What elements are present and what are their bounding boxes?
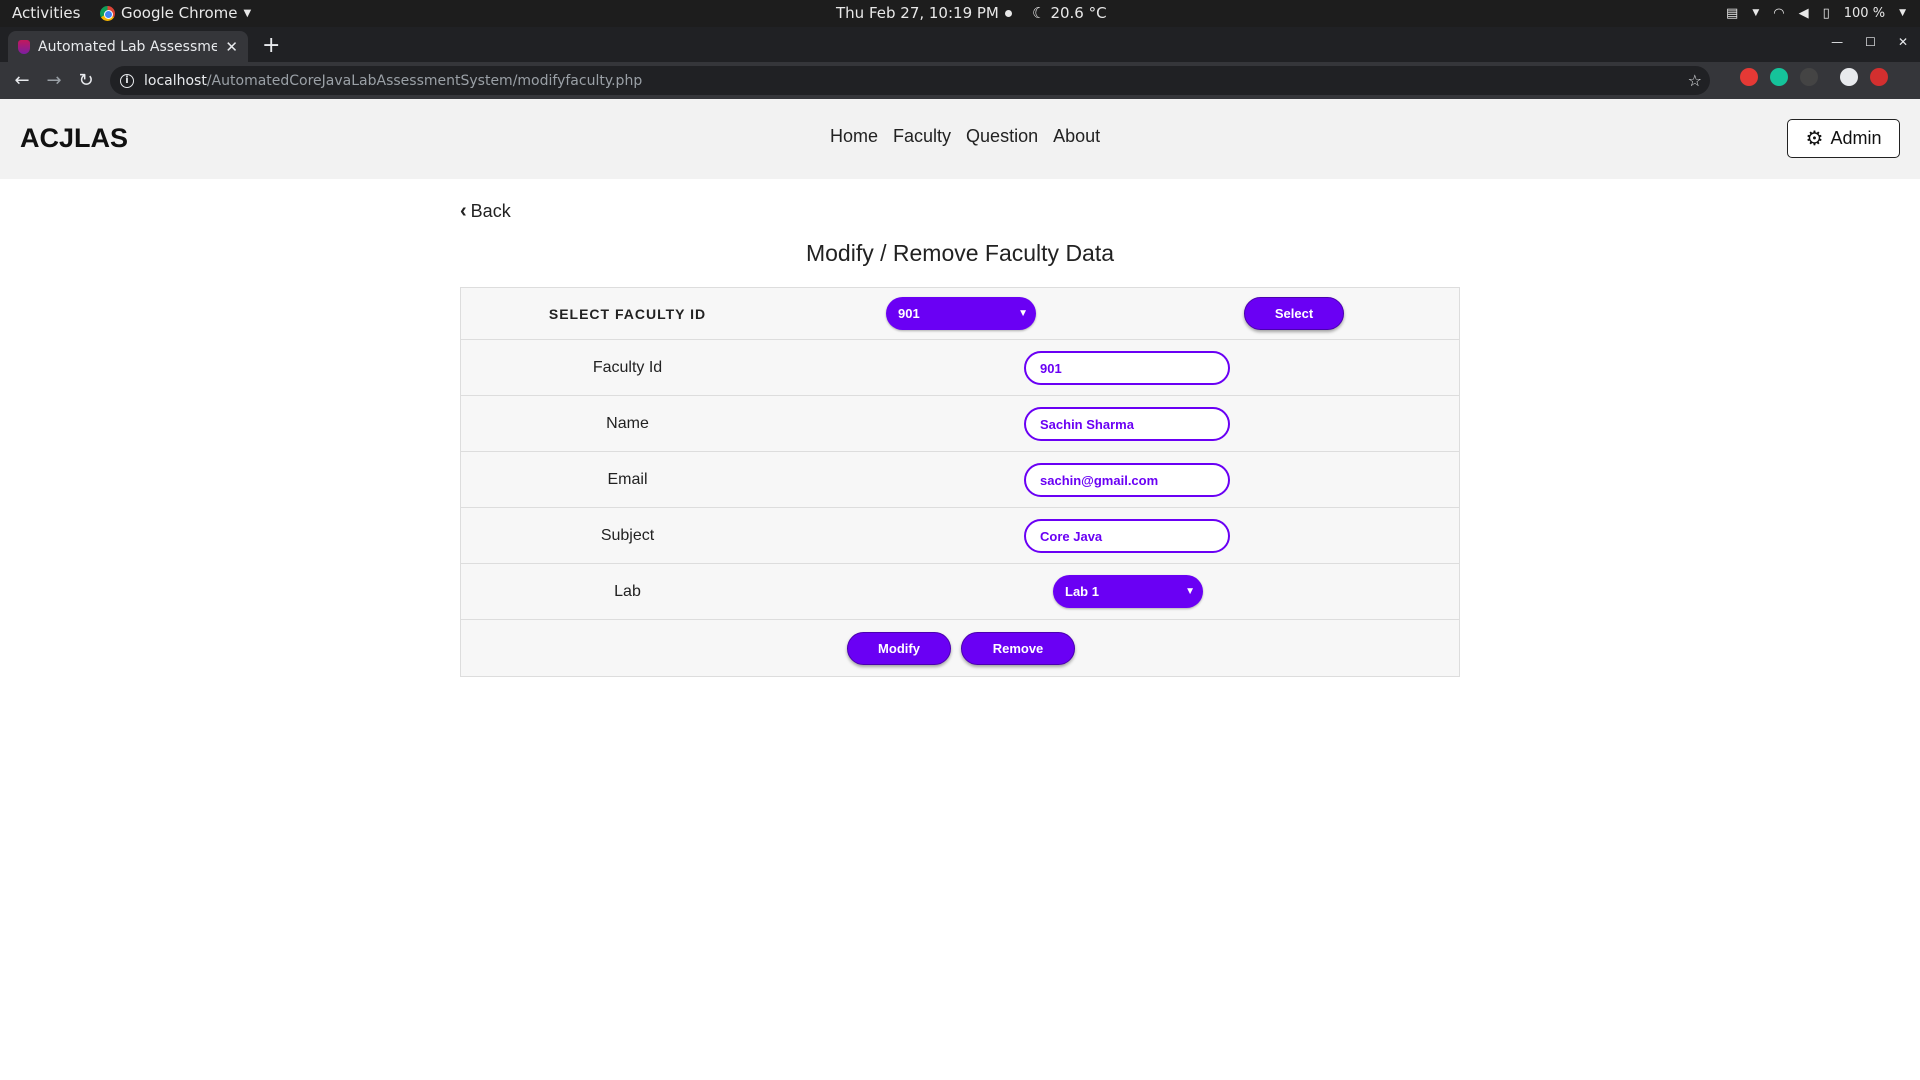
extension-icon[interactable]	[1870, 68, 1888, 86]
extension-icon[interactable]	[1740, 68, 1758, 86]
browser-tab[interactable]: Automated Lab Assessme ✕	[8, 31, 248, 62]
wifi-icon: ◠	[1773, 6, 1785, 21]
window-controls: — ☐ ✕	[1831, 35, 1908, 49]
subject-label: Subject	[600, 526, 655, 544]
lab-select-value: Lab 1	[1065, 584, 1099, 599]
extension-icon[interactable]	[1800, 68, 1818, 86]
faculty-id-field[interactable]	[1024, 351, 1230, 385]
faculty-id-select[interactable]: 901 ▼	[886, 297, 1036, 330]
new-tab-button[interactable]: +	[262, 33, 280, 58]
page-title: Modify / Remove Faculty Data	[805, 240, 1115, 266]
weather-icon: ☾	[1032, 4, 1046, 22]
admin-button[interactable]: ⚙ Admin	[1787, 119, 1900, 158]
name-label: Name	[606, 414, 649, 432]
minimize-icon[interactable]: —	[1831, 35, 1843, 49]
email-row: Email	[461, 452, 1459, 508]
clock-text: Thu Feb 27, 10:19 PM	[836, 4, 999, 22]
modify-button[interactable]: Modify	[847, 632, 951, 665]
weather[interactable]: ☾ 20.6 °C	[1032, 0, 1107, 27]
select-faculty-label: SELECT FACULTY ID	[548, 305, 707, 322]
back-label: Back	[470, 201, 511, 221]
extensions	[1740, 68, 1888, 86]
lab-label: Lab	[614, 582, 641, 600]
select-button[interactable]: Select	[1244, 297, 1344, 330]
browser-toolbar: ← → ↻ i localhost/AutomatedCoreJavaLabAs…	[0, 62, 1920, 99]
faculty-id-row: Faculty Id	[461, 340, 1459, 396]
maximize-icon[interactable]: ☐	[1865, 35, 1876, 49]
chevron-left-icon: ‹	[460, 200, 467, 222]
notification-dot-icon	[1004, 10, 1012, 17]
tab-strip: Automated Lab Assessme ✕ + — ☐ ✕	[0, 27, 1920, 62]
caret-down-icon: ▼	[1018, 308, 1028, 319]
faculty-form: SELECT FACULTY ID 901 ▼ Select Faculty I…	[460, 287, 1460, 677]
close-window-icon[interactable]: ✕	[1898, 35, 1908, 49]
brand-logo[interactable]: ACJLAS	[20, 123, 128, 154]
caret-down-icon: ▼	[1185, 586, 1195, 597]
name-field[interactable]	[1024, 407, 1230, 441]
chrome-icon	[100, 6, 115, 21]
lab-row: Lab Lab 1 ▼	[461, 564, 1459, 620]
volume-icon: ◀	[1798, 6, 1809, 21]
remove-button[interactable]: Remove	[961, 632, 1075, 665]
reload-icon[interactable]: ↻	[70, 70, 102, 91]
clipboard-icon: ▤	[1726, 6, 1739, 21]
lab-select[interactable]: Lab 1 ▼	[1053, 575, 1203, 608]
address-bar[interactable]: i localhost/AutomatedCoreJavaLabAssessme…	[110, 66, 1710, 95]
menu-item-question[interactable]: Question	[966, 126, 1038, 147]
app-name: Google Chrome	[121, 4, 238, 22]
name-row: Name	[461, 396, 1459, 452]
admin-label: Admin	[1830, 128, 1882, 148]
profile-avatar-icon[interactable]	[1840, 68, 1858, 86]
actions-row: Modify Remove	[461, 620, 1459, 676]
system-tray[interactable]: ▤ ▼ ◠ ◀ ▯ 100 % ▼	[1726, 0, 1906, 27]
back-arrow-icon[interactable]: ←	[6, 70, 38, 91]
weather-text: 20.6 °C	[1050, 4, 1107, 22]
os-top-bar: Activities Google Chrome ▼ Thu Feb 27, 1…	[0, 0, 1920, 27]
chevron-down-icon: ▼	[1752, 8, 1760, 18]
forward-arrow-icon[interactable]: →	[38, 70, 70, 91]
menu-item-home[interactable]: Home	[830, 126, 878, 147]
back-link[interactable]: ‹ Back	[460, 200, 511, 223]
close-icon[interactable]: ✕	[225, 38, 238, 56]
menu-item-about[interactable]: About	[1053, 126, 1100, 147]
menu-item-faculty[interactable]: Faculty	[893, 126, 951, 147]
tab-title: Automated Lab Assessme	[38, 38, 218, 55]
url-path: /AutomatedCoreJavaLabAssessmentSystem/mo…	[206, 72, 643, 89]
site-navbar: ACJLAS Home Faculty Question About ⚙ Adm…	[0, 99, 1920, 179]
subject-row: Subject	[461, 508, 1459, 564]
clock[interactable]: Thu Feb 27, 10:19 PM	[836, 0, 1012, 27]
info-icon[interactable]: i	[120, 73, 134, 88]
activities-button[interactable]: Activities	[12, 0, 80, 27]
app-menu[interactable]: Google Chrome ▼	[100, 0, 251, 27]
main-menu: Home Faculty Question About	[830, 126, 1100, 147]
select-row: SELECT FACULTY ID 901 ▼ Select	[461, 288, 1459, 340]
faculty-id-label: Faculty Id	[592, 358, 663, 376]
gear-icon: ⚙	[1805, 127, 1824, 150]
email-label: Email	[607, 470, 648, 488]
faculty-id-select-value: 901	[898, 306, 920, 321]
chevron-down-icon: ▼	[243, 8, 252, 19]
subject-field[interactable]	[1024, 519, 1230, 553]
favicon-icon	[18, 39, 30, 54]
grammarly-icon[interactable]	[1770, 68, 1788, 86]
battery-icon: ▯	[1822, 6, 1830, 21]
bookmark-star-icon[interactable]: ☆	[1688, 71, 1702, 90]
chevron-down-icon: ▼	[1899, 8, 1906, 18]
email-field[interactable]	[1024, 463, 1230, 497]
battery-text: 100 %	[1843, 6, 1886, 21]
url-host: localhost	[144, 72, 207, 89]
